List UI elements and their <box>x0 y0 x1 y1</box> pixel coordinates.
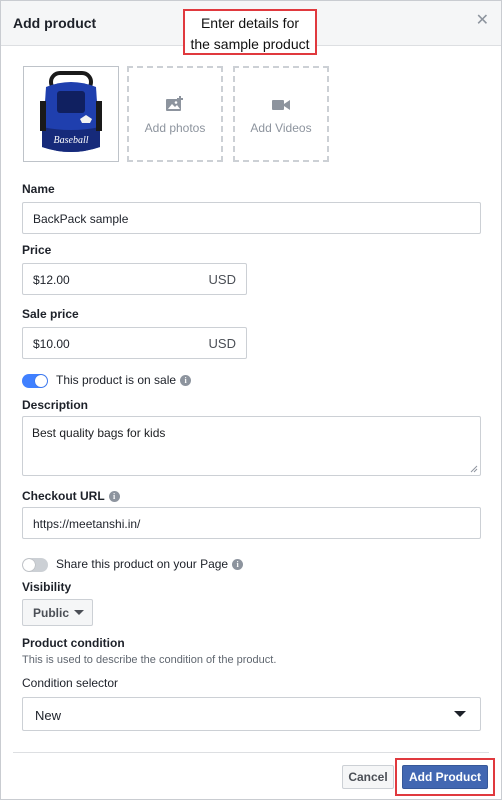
baseball-logo-text: Baseball <box>54 135 89 146</box>
annotation-line-2: the sample product <box>190 36 310 52</box>
on-sale-toggle[interactable] <box>22 374 48 388</box>
info-icon[interactable]: i <box>180 375 192 386</box>
description-value: Best quality bags for kids <box>32 426 166 440</box>
visibility-dropdown[interactable]: Public <box>22 599 93 626</box>
chevron-down-icon <box>454 711 466 717</box>
resize-handle-icon[interactable] <box>470 465 478 473</box>
name-label: Name <box>22 182 55 196</box>
description-textarea[interactable]: Best quality bags for kids <box>22 416 481 476</box>
product-condition-helper: This is used to describe the condition o… <box>22 654 277 666</box>
annotation-line-1: Enter details for <box>200 15 300 31</box>
info-icon[interactable]: i <box>108 491 120 502</box>
sale-price-value: $10.00 <box>33 337 70 351</box>
condition-value: New <box>35 708 62 723</box>
sale-price-label: Sale price <box>22 307 79 321</box>
add-product-button[interactable]: Add Product <box>402 765 488 789</box>
add-videos-button[interactable]: Add Videos <box>233 66 329 162</box>
name-input[interactable]: BackPack sample <box>22 202 481 234</box>
close-icon[interactable]: ✕ <box>476 13 489 29</box>
product-image-thumbnail[interactable]: Baseball <box>23 66 119 162</box>
add-product-highlight: Add Product <box>395 758 495 796</box>
product-condition-label: Product condition <box>22 636 125 650</box>
visibility-value: Public <box>33 606 70 620</box>
checkout-url-label: Checkout URL <box>22 489 105 503</box>
description-label: Description <box>22 398 89 412</box>
footer-divider <box>13 752 489 753</box>
condition-selector-label: Condition selector <box>22 676 119 690</box>
checkout-url-value: https://meetanshi.in/ <box>33 517 141 531</box>
cancel-button[interactable]: Cancel <box>342 765 394 789</box>
price-currency: USD <box>208 272 236 287</box>
sale-price-input[interactable]: $10.00 USD <box>22 327 247 359</box>
price-value: $12.00 <box>33 273 70 287</box>
video-camera-icon <box>272 100 290 110</box>
condition-select[interactable]: New <box>22 697 481 731</box>
sale-price-currency: USD <box>208 336 236 351</box>
share-label: Share this product on your Page <box>56 557 229 571</box>
photo-icon <box>166 96 183 111</box>
on-sale-row: This product is on sale i <box>56 373 192 387</box>
info-icon[interactable]: i <box>232 559 244 570</box>
add-product-dialog: Add product ✕ Enter details for the samp… <box>0 0 502 800</box>
dialog-title: Add product <box>13 15 97 31</box>
add-photos-button[interactable]: Add photos <box>127 66 223 162</box>
backpack-image: Baseball <box>40 71 102 152</box>
toggle-knob <box>23 559 35 571</box>
on-sale-label: This product is on sale <box>56 373 177 387</box>
toggle-knob <box>35 375 47 387</box>
share-toggle[interactable] <box>22 558 48 572</box>
checkout-url-row: Checkout URL i <box>22 489 120 503</box>
checkout-url-input[interactable]: https://meetanshi.in/ <box>22 507 481 539</box>
price-input[interactable]: $12.00 USD <box>22 263 247 295</box>
price-label: Price <box>22 243 52 257</box>
add-photos-label: Add photos <box>144 121 206 135</box>
chevron-down-icon <box>74 610 84 615</box>
annotation-callout: Enter details for the sample product <box>183 9 317 55</box>
share-row: Share this product on your Page i <box>56 557 244 571</box>
add-videos-label: Add Videos <box>250 121 312 135</box>
visibility-label: Visibility <box>22 580 72 594</box>
name-value: BackPack sample <box>33 212 129 226</box>
